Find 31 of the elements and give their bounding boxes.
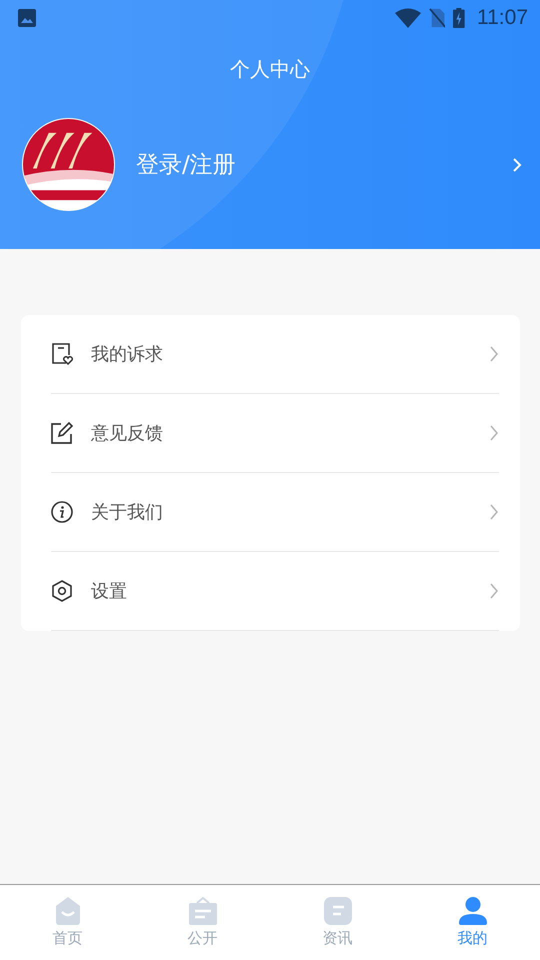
settings-icon [51, 580, 73, 602]
document-icon [322, 896, 352, 926]
chevron-right-icon [489, 424, 499, 442]
document-heart-icon [51, 343, 73, 365]
menu-label: 我的诉求 [91, 343, 163, 366]
clock-time: 11:07 [477, 6, 528, 30]
chevron-right-icon [489, 345, 499, 363]
menu-label: 关于我们 [91, 501, 163, 524]
image-icon [17, 8, 37, 28]
info-icon [51, 501, 73, 523]
no-sim-icon [428, 8, 446, 28]
tab-item[interactable]: 首页 [0, 885, 135, 960]
menu-item[interactable]: 关于我们 [51, 473, 499, 552]
tab-item[interactable]: 资讯 [270, 885, 405, 960]
menu-item[interactable]: 意见反馈 [51, 394, 499, 473]
menu-label: 设置 [91, 580, 127, 603]
notice-board-icon [188, 896, 218, 926]
person-icon [458, 896, 488, 926]
edit-icon [51, 422, 73, 444]
wifi-icon [394, 8, 421, 28]
tab-item[interactable]: 公开 [135, 885, 270, 960]
battery-icon [453, 8, 465, 28]
chevron-right-icon[interactable] [512, 156, 522, 172]
chevron-right-icon [489, 503, 499, 521]
tab-item[interactable]: 我的 [405, 885, 540, 960]
menu-label: 意见反馈 [91, 422, 163, 445]
menu-item[interactable]: 我的诉求 [51, 315, 499, 394]
login-link[interactable]: 登录/注册 [136, 149, 236, 180]
page-title: 个人中心 [230, 56, 310, 83]
chevron-right-icon [489, 582, 499, 600]
menu-item[interactable]: 设置 [51, 552, 499, 631]
